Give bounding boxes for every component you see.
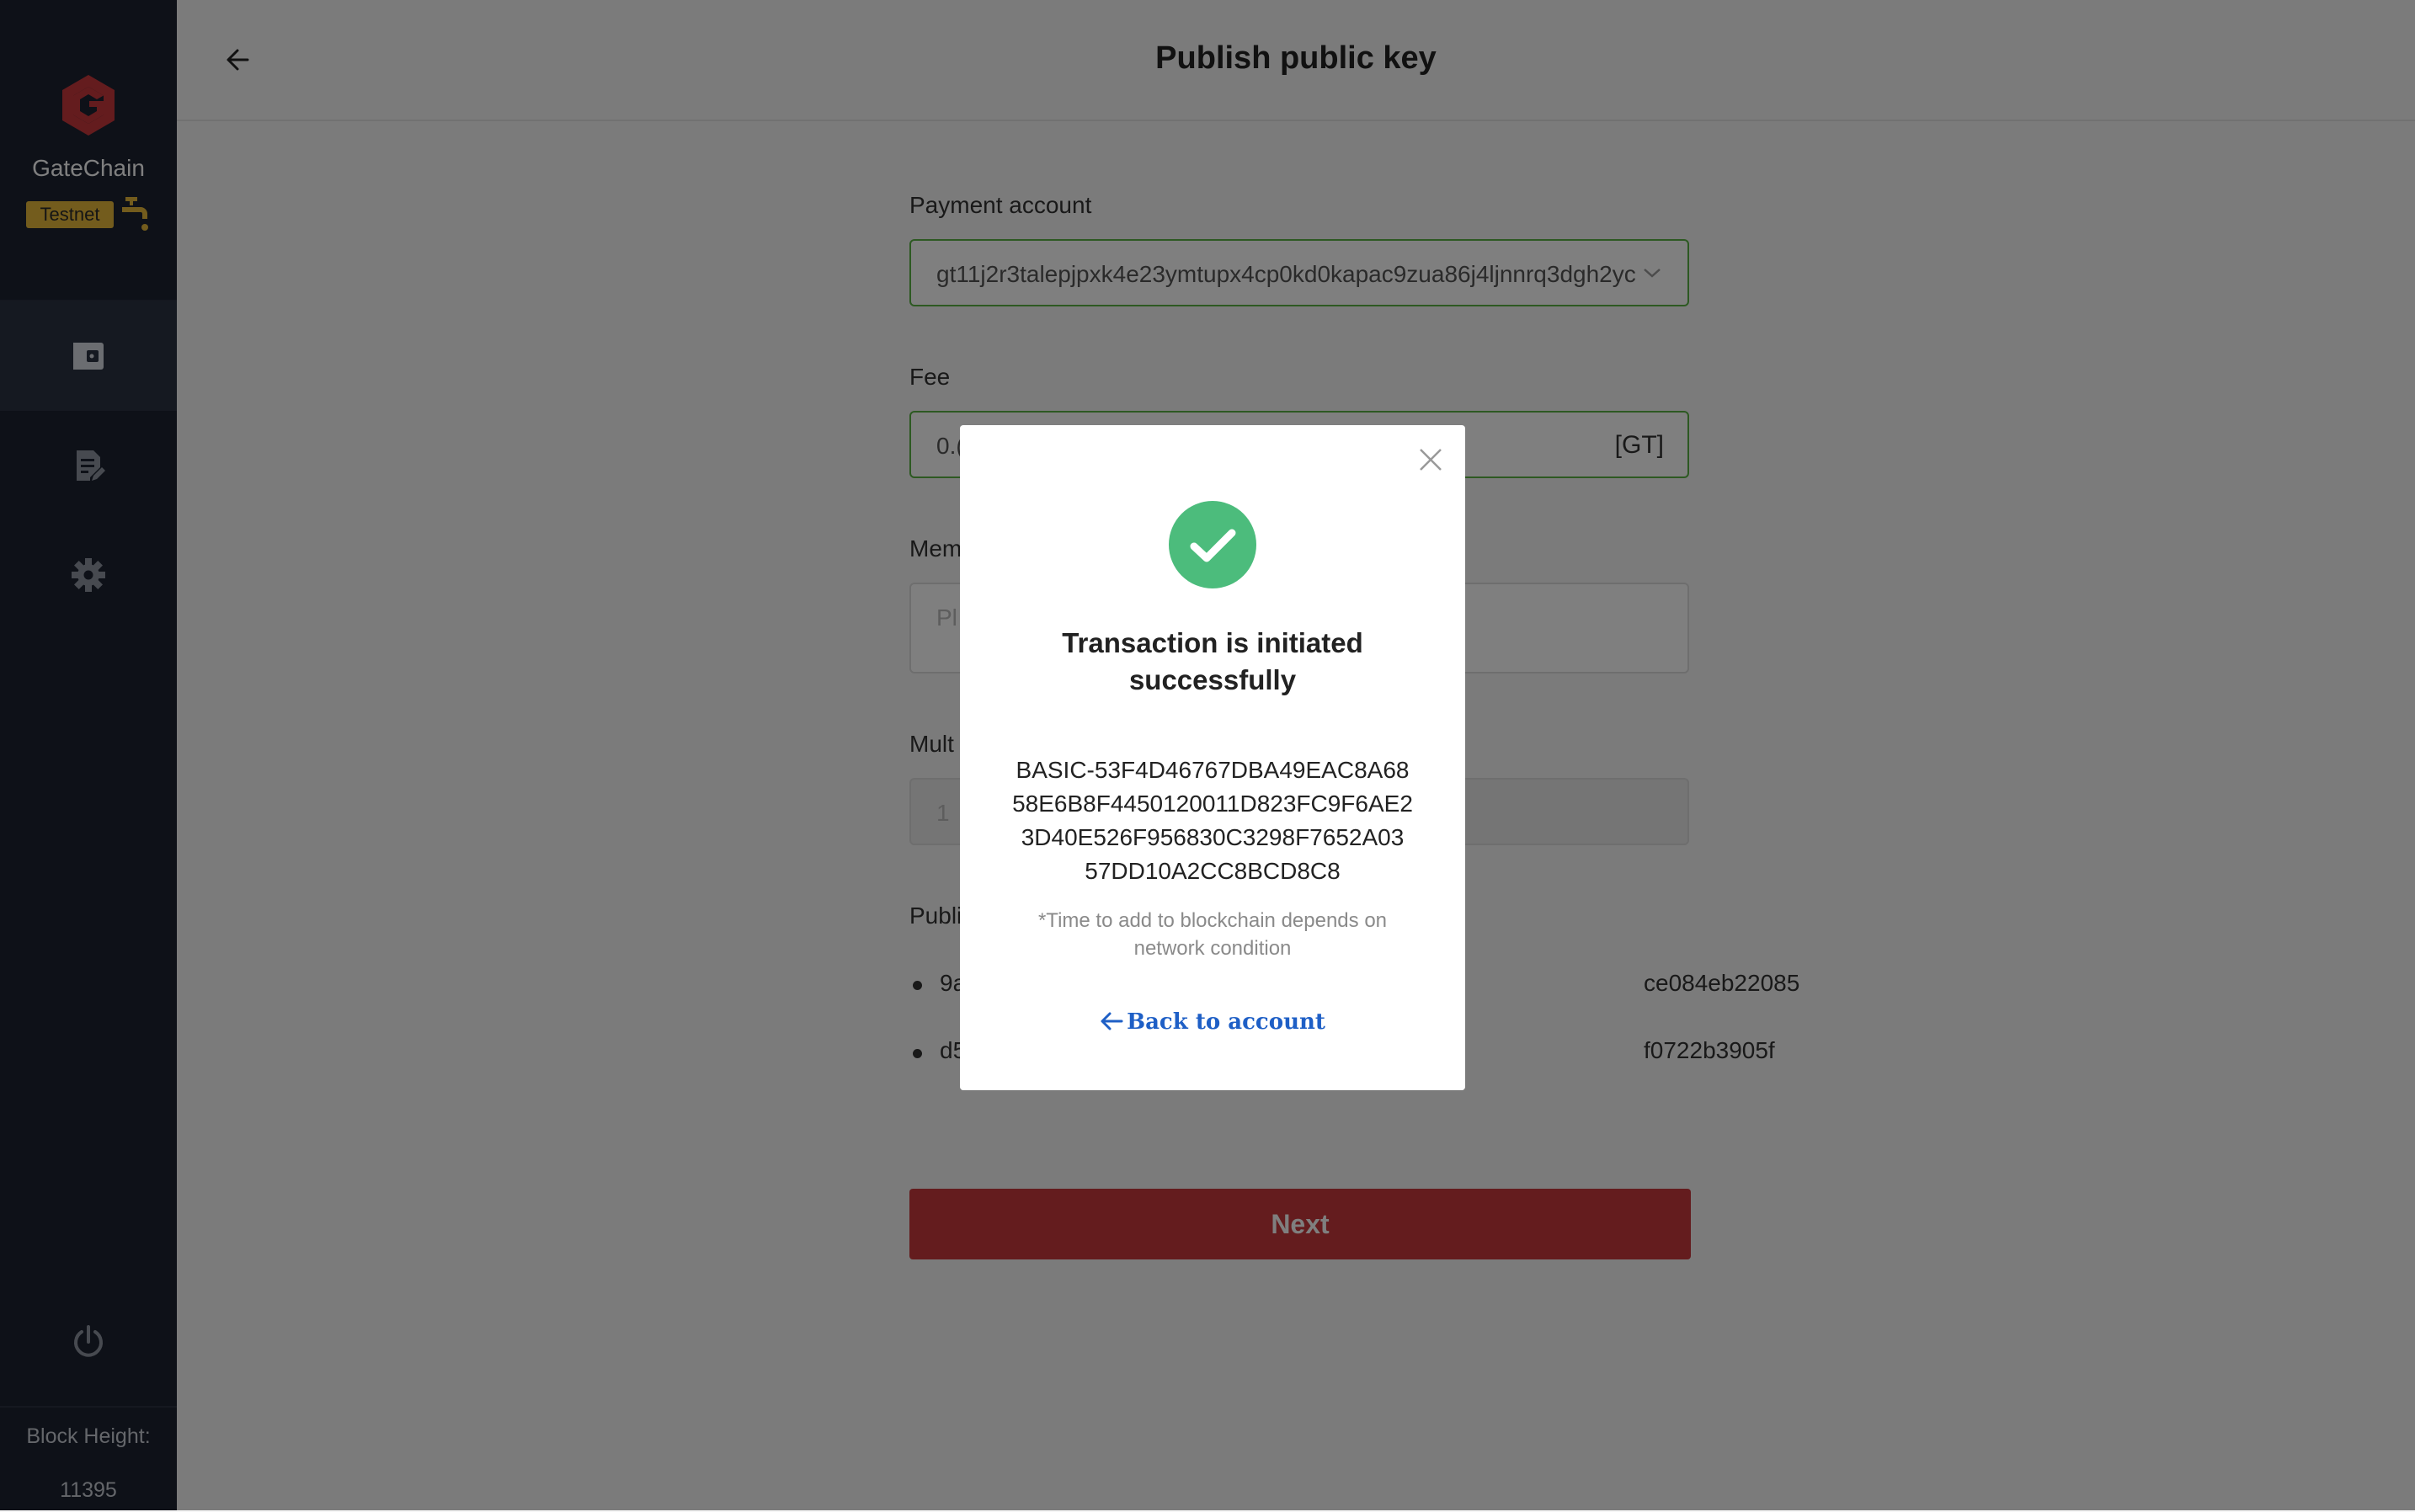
close-icon[interactable] xyxy=(1418,447,1443,472)
tx-hash-line: 3D40E526F956830C3298F7652A03 xyxy=(1021,824,1405,850)
tx-hash-line: 57DD10A2CC8BCD8C8 xyxy=(1085,858,1341,884)
tx-hash-line: 58E6B8F4450120011D823FC9F6AE2 xyxy=(1012,791,1413,817)
note-line1: *Time to add to blockchain depends on xyxy=(1037,909,1388,932)
blockchain-time-note: *Time to add to blockchain depends on ne… xyxy=(1002,907,1423,962)
back-to-account-label: Back to account xyxy=(1127,1009,1325,1035)
tx-hash-line: BASIC-53F4D46767DBA49EAC8A68 xyxy=(1016,757,1410,783)
note-line2: network condition xyxy=(1133,937,1292,960)
arrow-left-icon xyxy=(1101,1012,1123,1030)
back-to-account-link[interactable]: Back to account xyxy=(960,1009,1465,1035)
check-circle-icon xyxy=(1169,501,1256,588)
transaction-hash: BASIC-53F4D46767DBA49EAC8A68 58E6B8F4450… xyxy=(1002,753,1423,888)
modal-title-line1: Transaction is initiated xyxy=(1062,627,1363,658)
success-modal: Transaction is initiated successfully BA… xyxy=(960,425,1465,1090)
modal-title-line2: successfully xyxy=(1128,664,1297,695)
modal-title: Transaction is initiated successfully xyxy=(960,625,1465,699)
